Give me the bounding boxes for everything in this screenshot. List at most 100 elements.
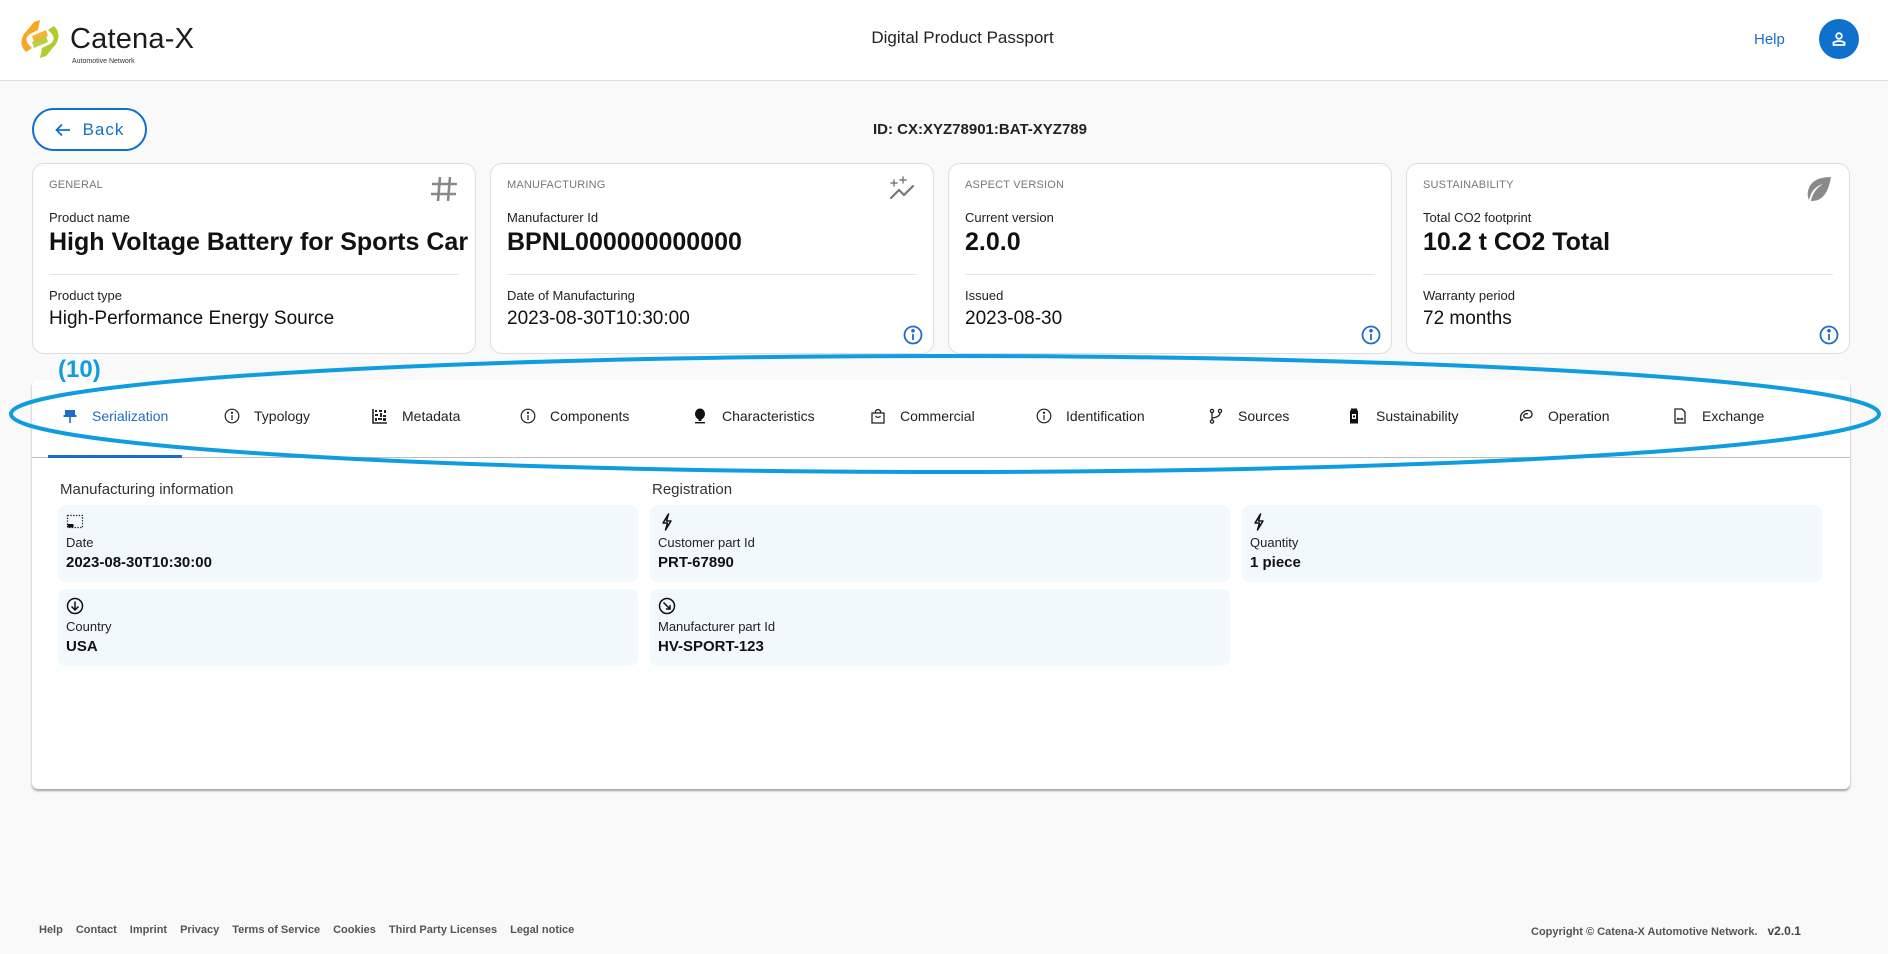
passport-id: ID: CX:XYZ78901:BAT-XYZ789 <box>873 121 1087 138</box>
footer-link-imprint[interactable]: Imprint <box>130 924 167 936</box>
details-panel: Serialization Typology Metadata Componen… <box>32 380 1850 789</box>
tab-label: Sources <box>1238 408 1290 424</box>
card-value: 2023-08-30T10:30:00 <box>507 308 690 329</box>
field-value: 2023-08-30T10:30:00 <box>66 554 212 571</box>
field-label: Manufacturer part Id <box>658 619 776 634</box>
user-icon <box>1832 32 1846 46</box>
info-icon[interactable] <box>1819 325 1839 345</box>
tab-label: Operation <box>1548 408 1610 424</box>
card-divider <box>507 274 917 275</box>
field-value: PRT-67890 <box>658 554 734 571</box>
footer-link-contact[interactable]: Contact <box>76 924 117 936</box>
info-icon[interactable] <box>1361 325 1381 345</box>
card-value: High Voltage Battery for Sports Car <box>49 228 469 256</box>
field-tile-date: Date 2023-08-30T10:30:00 <box>58 505 638 582</box>
footer-link-terms[interactable]: Terms of Service <box>232 924 320 936</box>
card-category: GENERAL <box>49 179 103 191</box>
app-version: v2.0.1 <box>1767 924 1801 938</box>
card-divider <box>49 274 459 275</box>
card-value: High-Performance Energy Source <box>49 308 335 329</box>
tab-metadata[interactable]: Metadata <box>372 408 460 424</box>
battery-icon <box>1350 408 1358 424</box>
sparkle-chart-icon <box>889 176 915 200</box>
leaf-icon <box>1807 177 1831 202</box>
card-divider <box>1423 274 1833 275</box>
header-help-link[interactable]: Help <box>1754 31 1785 48</box>
footer-copyright: Copyright © Catena-X Automotive Network.… <box>1531 924 1801 938</box>
tab-label: Metadata <box>402 408 461 424</box>
arrow-down-circle-icon <box>66 597 84 615</box>
card-label: Product name <box>49 210 130 225</box>
card-aspect-version: ASPECT VERSION Current version 2.0.0 Iss… <box>948 163 1392 354</box>
field-label: Quantity <box>1250 535 1299 550</box>
tab-label: Characteristics <box>722 408 815 424</box>
field-value: HV-SPORT-123 <box>658 638 764 655</box>
tab-characteristics[interactable]: Characteristics <box>692 408 815 424</box>
card-category: SUSTAINABILITY <box>1423 179 1514 191</box>
card-value: BPNL000000000000 <box>507 228 742 256</box>
section-label-registration: Registration <box>652 481 733 498</box>
card-label: Current version <box>965 210 1054 225</box>
card-value: 72 months <box>1423 308 1512 329</box>
shopping-bag-icon <box>871 408 885 424</box>
tab-exchange[interactable]: Exchange <box>1672 408 1764 424</box>
card-label: Issued <box>965 288 1004 303</box>
tab-label: Sustainability <box>1376 408 1459 424</box>
cycle-icon <box>1519 409 1533 422</box>
card-divider <box>965 274 1375 275</box>
pin-icon <box>63 410 77 423</box>
tab-bar: Serialization Typology Metadata Componen… <box>32 380 1850 458</box>
tab-label: Exchange <box>1702 408 1765 424</box>
field-tile-quantity: Quantity 1 piece <box>1242 505 1822 582</box>
card-label: Warranty period <box>1423 288 1515 303</box>
footer-link-cookies[interactable]: Cookies <box>333 924 376 936</box>
info-icon <box>224 408 240 424</box>
branch-icon <box>1209 408 1223 424</box>
tab-serialization[interactable]: Serialization <box>62 408 168 424</box>
footer-link-legal[interactable]: Legal notice <box>510 924 574 936</box>
tab-typology[interactable]: Typology <box>224 408 310 424</box>
footer-link-privacy[interactable]: Privacy <box>180 924 219 936</box>
document-exchange-icon <box>1674 408 1686 424</box>
bolt-icon <box>662 513 672 531</box>
footer-link-third-party[interactable]: Third Party Licenses <box>389 924 497 936</box>
arrow-down-right-circle-icon <box>658 597 676 615</box>
active-tab-indicator <box>48 455 182 458</box>
bolt-icon <box>1254 513 1264 531</box>
tab-label: Commercial <box>900 408 975 424</box>
field-tile-manufacturer-part-id: Manufacturer part Id HV-SPORT-123 <box>650 589 1230 666</box>
field-label: Customer part Id <box>658 535 755 550</box>
field-label: Country <box>66 619 112 634</box>
card-label: Total CO2 footprint <box>1423 210 1532 225</box>
info-icon <box>520 408 536 424</box>
tab-components[interactable]: Components <box>520 408 629 424</box>
tab-label: Typology <box>254 408 311 424</box>
datamatrix-icon <box>372 409 387 424</box>
field-tile-customer-part-id: Customer part Id PRT-67890 <box>650 505 1230 582</box>
field-value: 1 piece <box>1250 554 1301 571</box>
copyright-text: Copyright © Catena-X Automotive Network. <box>1531 926 1758 938</box>
tab-sustainability[interactable]: Sustainability <box>1346 408 1459 424</box>
tab-commercial[interactable]: Commercial <box>870 408 975 424</box>
tab-sources[interactable]: Sources <box>1208 408 1289 424</box>
card-value: 10.2 t CO2 Total <box>1423 228 1611 256</box>
app-title: Digital Product Passport <box>871 28 1054 47</box>
card-label: Date of Manufacturing <box>507 288 635 303</box>
card-category: ASPECT VERSION <box>965 179 1065 191</box>
tab-operation[interactable]: Operation <box>1518 408 1609 424</box>
card-general: GENERAL Product name High Voltage Batter… <box>32 163 476 354</box>
card-value: 2.0.0 <box>965 228 1021 256</box>
info-icon <box>1036 408 1052 424</box>
user-avatar-button[interactable] <box>1819 19 1859 59</box>
tab-label: Identification <box>1066 408 1145 424</box>
annotation-label: (10) <box>58 356 101 383</box>
tab-identification[interactable]: Identification <box>1036 408 1145 424</box>
bulb-icon <box>695 408 705 424</box>
tab-label: Serialization <box>92 408 169 424</box>
info-icon[interactable] <box>903 325 923 345</box>
card-value: 2023-08-30 <box>965 308 1063 329</box>
card-sustainability: SUSTAINABILITY Total CO2 footprint 10.2 … <box>1406 163 1850 354</box>
footer-link-help[interactable]: Help <box>39 924 63 936</box>
card-manufacturing: MANUFACTURING Manufacturer Id BPNL000000… <box>490 163 934 354</box>
field-tile-country: Country USA <box>58 589 638 666</box>
